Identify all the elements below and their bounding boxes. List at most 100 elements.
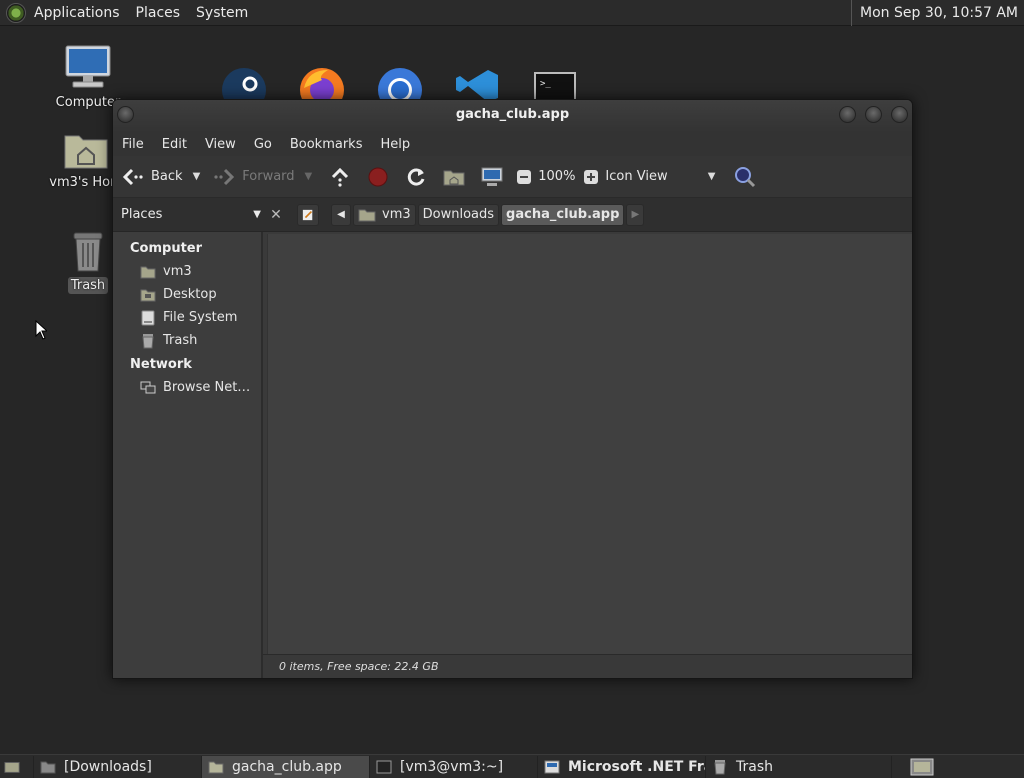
back-history-dropdown-icon[interactable]: ▼ [193,171,201,182]
workspace-icon [910,758,934,775]
task-label: [Downloads] [64,758,152,775]
back-button[interactable]: Back ▼ [121,162,200,192]
location-bar: Places ▼ ✕ ◀ vm3 Downloads gacha_club.ap… [113,198,912,232]
zoom-level[interactable]: 100% [538,162,575,192]
task-label: Microsoft .NET Fra… [568,758,705,775]
sidebar-item-file-system[interactable]: File System [113,306,261,329]
breadcrumb: ◀ vm3 Downloads gacha_club.app ▶ [297,203,646,227]
clock[interactable]: Mon Sep 30, 10:57 AM [851,0,1024,26]
window-menu-button[interactable] [117,106,134,123]
forward-arrow-icon [212,165,236,189]
view-mode-select[interactable]: Icon View ▼ [605,162,715,192]
vscode-icon[interactable] [454,68,500,100]
stop-button[interactable] [366,162,390,192]
zoom-level-label: 100% [538,169,576,184]
drive-icon [140,310,156,326]
folder-icon [40,759,56,775]
forward-button[interactable]: Forward ▼ [212,162,312,192]
close-button[interactable] [891,106,908,123]
mate-logo-icon[interactable] [6,2,26,23]
task-gacha-club[interactable]: gacha_club.app [202,755,370,778]
chrome-icon[interactable] [376,66,424,100]
places-menu[interactable]: Places [128,0,189,26]
sidebar-item-label: Browse Net… [163,380,251,395]
workspace-switcher[interactable] [892,756,952,778]
system-menu[interactable]: System [188,0,256,26]
sidebar-item-trash[interactable]: Trash [113,329,261,352]
breadcrumb-label: Downloads [422,206,495,222]
task-downloads[interactable]: [Downloads] [34,755,202,778]
zoom-in-icon [579,165,603,189]
search-button[interactable] [733,162,757,192]
home-folder-icon [358,209,376,221]
back-label: Back [151,169,183,184]
view-mode-dropdown-icon: ▼ [707,171,716,182]
up-button[interactable] [328,162,352,192]
trash-icon [140,333,156,349]
places-select[interactable]: Places ▼ [117,204,265,226]
sidebar-item-browse-network[interactable]: Browse Net… [113,376,261,399]
edit-location-button[interactable] [297,203,319,226]
maximize-button[interactable] [865,106,882,123]
menu-file[interactable]: File [113,137,153,152]
task-dotnet-installer[interactable]: Microsoft .NET Fra… [538,755,706,778]
computer-icon [65,45,111,88]
steam-icon[interactable] [220,66,268,100]
zoom-in-button[interactable] [579,162,603,192]
breadcrumb-scroll-right[interactable]: ▶ [626,203,645,226]
back-arrow-icon [121,165,145,189]
applications-menu[interactable]: Applications [30,0,128,26]
forward-history-dropdown-icon[interactable]: ▼ [305,171,313,182]
view-mode-label: Icon View [605,169,668,184]
places-label: Places [121,207,163,222]
trash-icon [712,759,728,775]
menu-edit[interactable]: Edit [153,137,196,152]
home-folder-icon [140,264,156,280]
sidebar-item-vm3[interactable]: vm3 [113,260,261,283]
status-text: 0 items, Free space: 22.4 GB [279,660,439,673]
sidebar-heading-network: Network [130,357,192,372]
top-panel: Applications Places System Mon Sep 30, 1… [0,0,1024,26]
sidebar-item-label: Desktop [163,287,217,302]
menu-bookmarks[interactable]: Bookmarks [281,137,372,152]
reload-button[interactable] [404,162,428,192]
toolbar: Back ▼ Forward ▼ 100% Icon View ▼ [113,156,912,198]
zoom-out-button[interactable] [512,162,536,192]
reload-icon [404,165,428,189]
terminal-icon [376,759,392,775]
desktop-trash[interactable]: Trash [64,229,112,294]
terminal-icon[interactable]: >_ [534,72,576,100]
home-folder-icon [64,135,108,169]
minimize-button[interactable] [839,106,856,123]
home-button[interactable] [442,162,466,192]
taskbar: [Downloads] gacha_club.app [vm3@vm3:~] M… [0,754,1024,778]
breadcrumb-downloads[interactable]: Downloads [417,203,500,226]
computer-button[interactable] [480,162,504,192]
desktop-icon-label: Trash [67,277,109,294]
menu-view[interactable]: View [196,137,245,152]
sidebar-item-desktop[interactable]: Desktop [113,283,261,306]
window-title: gacha_club.app [455,107,570,122]
menu-go[interactable]: Go [245,137,281,152]
edit-location-icon [302,209,313,220]
places-sidebar: Computer vm3 Desktop File System Trash N… [113,232,263,678]
show-desktop-button[interactable] [0,755,34,778]
stop-icon [366,165,390,189]
task-trash[interactable]: Trash [706,755,892,778]
folder-icon [208,759,224,775]
firefox-icon[interactable] [298,66,346,100]
breadcrumb-gacha-club[interactable]: gacha_club.app [501,203,625,226]
breadcrumb-vm3[interactable]: vm3 [353,203,416,226]
menu-help[interactable]: Help [371,137,419,152]
task-terminal[interactable]: [vm3@vm3:~] [370,755,538,778]
window-titlebar[interactable]: gacha_club.app [113,100,912,132]
breadcrumb-label: gacha_club.app [506,206,620,222]
close-sidebar-icon[interactable]: ✕ [265,207,287,223]
menubar: File Edit View Go Bookmarks Help [113,132,912,156]
file-manager-window: gacha_club.app File Edit View Go Bookmar… [112,99,913,679]
search-icon [733,165,757,189]
up-arrow-icon [328,165,352,189]
breadcrumb-scroll-left[interactable]: ◀ [331,203,351,226]
sidebar-item-label: vm3 [163,264,192,279]
file-view-area[interactable] [267,234,912,654]
